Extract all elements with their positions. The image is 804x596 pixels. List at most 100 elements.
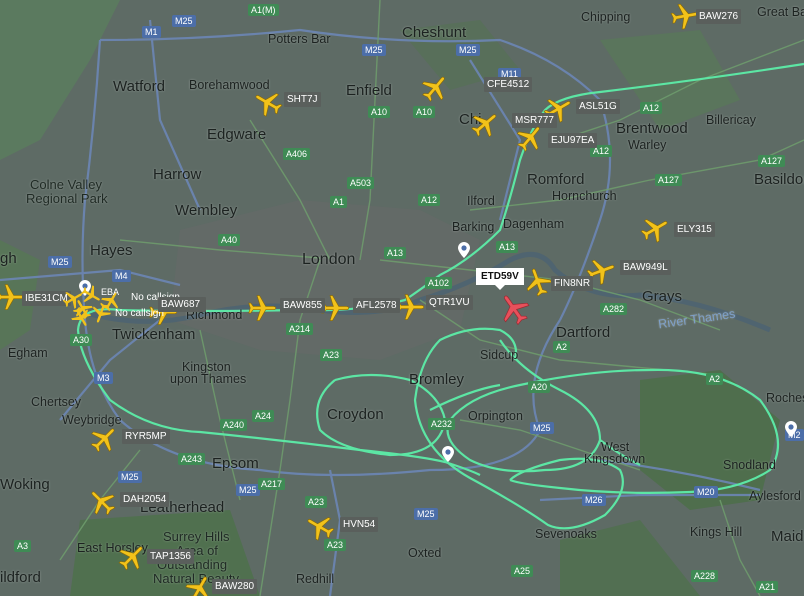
place-snodland: Snodland [723, 458, 776, 472]
road-shield: A21 [756, 581, 779, 593]
flight-callsign-label[interactable]: BAW855 [280, 298, 326, 313]
place-ildford: ildford [0, 569, 41, 586]
flight-callsign-label[interactable]: CFE4512 [484, 77, 533, 92]
road-shield: A40 [218, 234, 241, 246]
flight-callsign-label[interactable]: FIN8NR [551, 276, 594, 291]
place-egham: Egham [8, 346, 48, 360]
plane-icon[interactable] [640, 214, 670, 244]
place-maid: Maid [771, 528, 804, 545]
road-shield: A13 [496, 241, 519, 253]
place-edgware: Edgware [207, 126, 267, 143]
place-billericay: Billericay [706, 113, 757, 127]
place-brentwood: Brentwood [616, 120, 688, 137]
place-upon-thames: upon Thames [170, 372, 247, 386]
road-shield: A13 [384, 247, 407, 259]
road-shield: M3 [94, 372, 113, 384]
flight-callsign-label[interactable]: ASL51G [576, 99, 620, 114]
road-shield: A282 [600, 303, 628, 315]
place-gh: gh [0, 250, 17, 267]
road-shield: M25 [530, 422, 554, 434]
place-hornchurch: Hornchurch [552, 189, 617, 203]
place-kingsdown: Kingsdown [584, 452, 646, 466]
road-shield: M4 [112, 270, 131, 282]
place-potters-bar: Potters Bar [268, 32, 331, 46]
place-dartford: Dartford [556, 324, 611, 341]
flight-map[interactable]: Watford Borehamwood Potters Bar Cheshunt… [0, 0, 804, 596]
road-shield: A20 [528, 381, 551, 393]
cluster-label[interactable]: EBA [98, 285, 122, 300]
place-redhill: Redhill [296, 572, 335, 586]
road-shield: A23 [305, 496, 328, 508]
location-pin-icon[interactable] [785, 421, 797, 437]
plane-icon[interactable] [184, 574, 214, 596]
flight-callsign-label[interactable]: SHT7J [284, 92, 321, 107]
place-woking: Woking [0, 476, 50, 493]
flight-callsign-label[interactable]: BAW949L [620, 260, 671, 275]
location-pin-icon[interactable] [442, 446, 454, 462]
plane-icon[interactable] [305, 512, 335, 542]
road-shield: A12 [640, 102, 663, 114]
road-shield: A228 [691, 570, 719, 582]
flight-callsign-label[interactable]: QTR1VU [426, 295, 473, 310]
flight-callsign-label[interactable]: BAW280 [212, 579, 258, 594]
place-croydon: Croydon [327, 406, 384, 423]
plane-icon[interactable] [253, 88, 283, 118]
plane-icon[interactable] [470, 109, 500, 139]
place-ilford: Ilford [467, 194, 495, 208]
road-shield: M26 [582, 494, 606, 506]
location-pin-icon[interactable] [458, 242, 470, 258]
flight-callsign-label[interactable]: ELY315 [674, 222, 715, 237]
road-shield: A503 [347, 177, 375, 189]
road-shield: M20 [694, 486, 718, 498]
place-colne-valley: Colne Valley [30, 177, 103, 192]
flight-callsign-label[interactable]: AFL2578 [353, 298, 400, 313]
place-warley: Warley [628, 138, 667, 152]
place-romford: Romford [527, 171, 585, 188]
plane-icon[interactable] [515, 123, 545, 153]
place-regional-park: Regional Park [26, 191, 108, 206]
flight-callsign-label[interactable]: RYR5MP [122, 429, 170, 444]
place-cheshunt: Cheshunt [402, 24, 467, 41]
road-shield: A25 [511, 565, 534, 577]
selected-flight-label[interactable]: ETD59V [476, 268, 524, 290]
road-shield: A232 [428, 418, 456, 430]
road-shield: A102 [425, 277, 453, 289]
flight-callsign-label[interactable]: HVN54 [340, 517, 379, 532]
plane-icon[interactable] [70, 306, 92, 328]
road-shield: M25 [456, 44, 480, 56]
road-shield: M25 [236, 484, 260, 496]
road-shield: A243 [178, 453, 206, 465]
place-twickenham: Twickenham [112, 326, 196, 343]
flight-callsign-label[interactable]: EJU97EA [548, 133, 598, 148]
plane-icon[interactable] [247, 293, 277, 323]
plane-icon[interactable] [87, 487, 117, 517]
place-hayes: Hayes [90, 242, 133, 259]
place-wembley: Wembley [175, 202, 238, 219]
place-oxted: Oxted [408, 546, 442, 560]
road-shield: M25 [48, 256, 72, 268]
road-shield: A3 [14, 540, 32, 552]
place-chipping: Chipping [581, 10, 631, 24]
plane-icon[interactable] [420, 73, 450, 103]
place-harrow: Harrow [153, 166, 202, 183]
place-watford: Watford [113, 78, 165, 95]
flight-callsign-label[interactable]: BAW276 [696, 9, 742, 24]
road-shield: A217 [258, 478, 286, 490]
flight-callsign-label[interactable]: DAH2054 [120, 492, 170, 507]
plane-icon[interactable] [117, 542, 147, 572]
place-surrey-hills: Surrey Hills [163, 529, 230, 544]
cluster-label[interactable]: BAW687 [158, 297, 204, 312]
place-london: London [302, 251, 356, 268]
road-shield: A10 [413, 106, 436, 118]
road-shield: M25 [362, 44, 386, 56]
road-shield: A2 [553, 341, 571, 353]
road-shield: M1 [142, 26, 161, 38]
place-chertsey: Chertsey [31, 395, 82, 409]
flight-callsign-label[interactable]: TAP1356 [147, 549, 194, 564]
selected-plane-icon[interactable] [497, 292, 531, 326]
road-shield: A10 [368, 106, 391, 118]
place-sevenoaks: Sevenoaks [535, 527, 597, 541]
place-enfield: Enfield [346, 82, 392, 99]
plane-icon[interactable] [89, 424, 119, 454]
place-dagenham: Dagenham [503, 217, 565, 231]
